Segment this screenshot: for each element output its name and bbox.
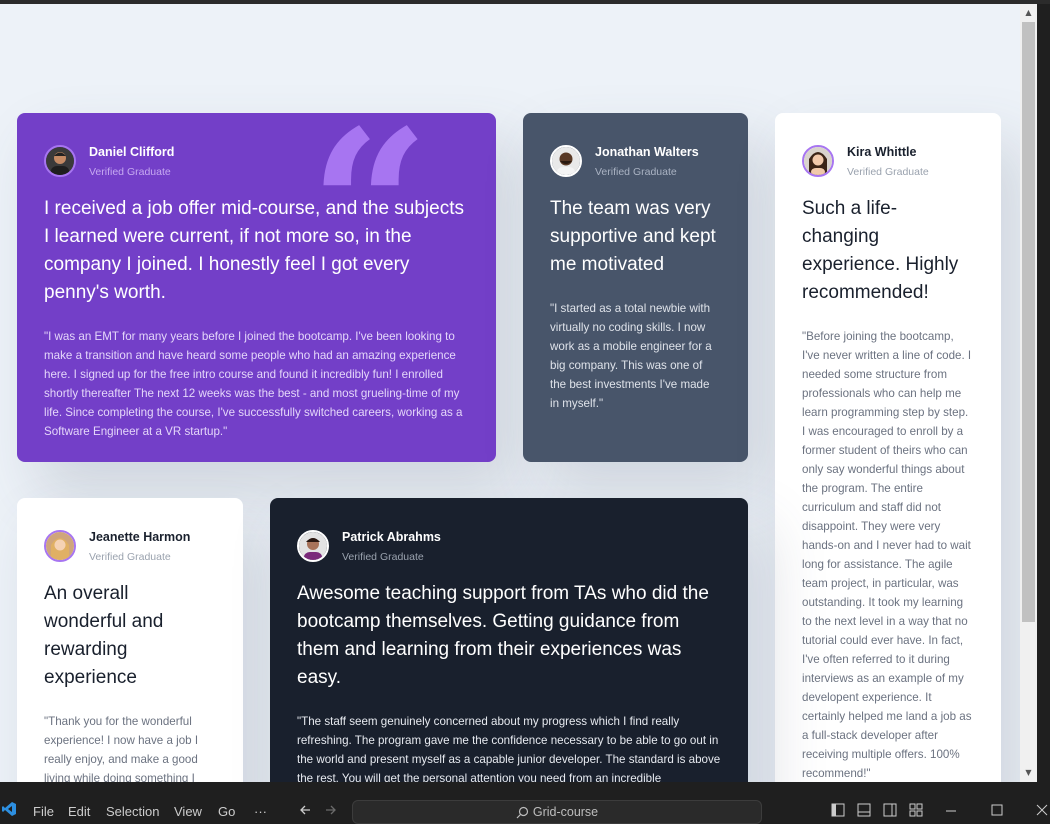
search-text: Grid-course [532, 805, 599, 819]
testimonial-body: "Thank you for the wonderful experience!… [44, 715, 199, 782]
testimonial-card-daniel: “ Daniel Clifford Verified Graduate I re… [17, 103, 496, 462]
author-role: Verified Graduate [595, 165, 677, 178]
avatar [297, 530, 329, 562]
menu-selection[interactable]: Selection [106, 804, 159, 819]
author-name: Jonathan Walters [595, 144, 699, 159]
testimonial-body: "I started as a total newbie with virtua… [550, 302, 712, 410]
avatar [802, 145, 834, 177]
toggle-primary-sidebar-icon[interactable] [830, 802, 846, 818]
avatar [550, 145, 582, 177]
card-header: Kira Whittle Verified Graduate [802, 143, 974, 179]
testimonial-card-patrick: Patrick Abrahms Verified Graduate Awesom… [270, 498, 748, 782]
browser-viewport: “ Daniel Clifford Verified Graduate I re… [0, 4, 1020, 782]
testimonial-headline: An overall wonderful and rewarding exper… [44, 583, 164, 688]
testimonial-headline: The team was very supportive and kept me… [550, 198, 716, 275]
testimonial-body: "I was an EMT for many years before I jo… [44, 330, 463, 438]
author-name: Jeanette Harmon [89, 529, 191, 544]
testimonial-card-jonathan: Jonathan Walters Verified Graduate The t… [523, 113, 748, 462]
menu-edit[interactable]: Edit [68, 804, 90, 819]
scrollbar-thumb[interactable] [1022, 22, 1035, 622]
menu-go[interactable]: Go [218, 804, 235, 819]
testimonial-headline: I received a job offer mid-course, and t… [44, 198, 464, 303]
avatar [44, 145, 76, 177]
search-icon [516, 806, 528, 818]
forward-arrow-icon[interactable] [323, 802, 339, 818]
testimonial-card-kira: Kira Whittle Verified Graduate Such a li… [775, 113, 1001, 782]
close-icon[interactable] [1034, 802, 1050, 818]
author-name: Kira Whittle [847, 144, 917, 159]
testimonial-headline: Awesome teaching support from TAs who di… [297, 583, 709, 688]
avatar [44, 530, 76, 562]
author-role: Verified Graduate [847, 165, 929, 178]
author-name: Daniel Clifford [89, 144, 175, 159]
vertical-scrollbar[interactable]: ▲ ▼ [1020, 4, 1037, 782]
author-role: Verified Graduate [89, 550, 171, 563]
command-center-search[interactable]: Grid-course [352, 800, 762, 824]
toggle-secondary-sidebar-icon[interactable] [882, 802, 898, 818]
testimonial-headline: Such a life-changing experience. Highly … [802, 198, 959, 303]
back-arrow-icon[interactable] [297, 802, 313, 818]
scroll-down-arrow-icon[interactable]: ▼ [1020, 766, 1037, 780]
card-header: Patrick Abrahms Verified Graduate [297, 528, 721, 564]
minimize-icon[interactable] [943, 802, 959, 818]
testimonial-body: "Before joining the bootcamp, I've never… [802, 330, 972, 780]
testimonial-card-jeanette: Jeanette Harmon Verified Graduate An ove… [17, 498, 243, 782]
menu-more[interactable]: ··· [254, 804, 267, 819]
toggle-panel-icon[interactable] [856, 802, 872, 818]
vscode-logo-icon[interactable] [2, 802, 16, 816]
card-header: Jonathan Walters Verified Graduate [550, 143, 721, 179]
card-header: Jeanette Harmon Verified Graduate [44, 528, 216, 564]
window-right-border [1037, 4, 1050, 782]
menu-file[interactable]: File [33, 804, 54, 819]
customize-layout-icon[interactable] [908, 802, 924, 818]
author-role: Verified Graduate [89, 165, 171, 178]
maximize-icon[interactable] [989, 802, 1005, 818]
author-role: Verified Graduate [342, 550, 424, 563]
testimonial-body: "The staff seem genuinely concerned abou… [297, 715, 721, 782]
card-header: Daniel Clifford Verified Graduate [44, 143, 469, 179]
editor-title-bar: File Edit Selection View Go ··· Grid-cou… [0, 782, 1050, 824]
author-name: Patrick Abrahms [342, 529, 441, 544]
scroll-up-arrow-icon[interactable]: ▲ [1020, 6, 1037, 20]
menu-view[interactable]: View [174, 804, 202, 819]
